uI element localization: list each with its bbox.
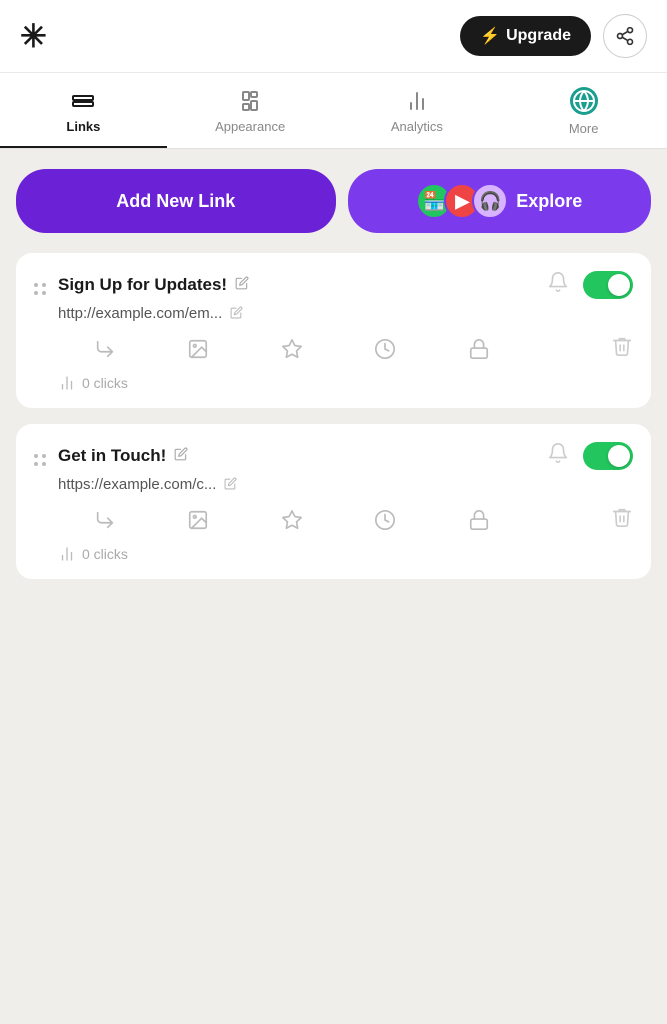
- url-edit-2[interactable]: [224, 477, 237, 493]
- card-title-row-1: Sign Up for Updates!: [58, 275, 249, 295]
- tab-appearance-label: Appearance: [215, 119, 285, 134]
- url-text-2: https://example.com/c...: [58, 476, 216, 493]
- share-icon: [615, 26, 635, 46]
- redirect-icon-1[interactable]: [58, 334, 152, 364]
- url-edit-1[interactable]: [230, 306, 243, 322]
- clicks-count-1: 0 clicks: [82, 375, 128, 391]
- url-row-2: https://example.com/c...: [58, 476, 633, 493]
- drag-dot: [34, 283, 38, 287]
- card-title-1: Sign Up for Updates!: [58, 275, 227, 295]
- bell-icon-1[interactable]: [547, 271, 569, 299]
- tab-links[interactable]: Links: [0, 73, 167, 148]
- card-right-2: [547, 442, 633, 470]
- drag-dot: [34, 462, 38, 466]
- explore-icon-headphones: 🎧: [472, 183, 508, 219]
- links-icon: [71, 89, 95, 113]
- drag-dot: [34, 454, 38, 458]
- header-right: ⚡ Upgrade: [460, 14, 647, 58]
- tab-analytics[interactable]: Analytics: [334, 73, 501, 148]
- header: ✳ ⚡ Upgrade: [0, 0, 667, 73]
- explore-button[interactable]: 🏪 ▶ 🎧 Explore: [348, 169, 652, 233]
- tab-appearance[interactable]: Appearance: [167, 73, 334, 148]
- nav-tabs: Links Appearance Analytics More: [0, 73, 667, 149]
- star-icon-2[interactable]: [245, 505, 339, 535]
- drag-handle-1[interactable]: [34, 271, 58, 295]
- drag-dot: [42, 291, 46, 295]
- action-icons-2: [58, 505, 633, 535]
- appearance-icon: [238, 89, 262, 113]
- clicks-chart-icon-2: [58, 545, 76, 563]
- card-title-edit-1[interactable]: [235, 276, 249, 294]
- logo: ✳: [20, 17, 47, 55]
- tab-links-label: Links: [66, 119, 100, 134]
- drag-dots-1: [34, 281, 46, 295]
- action-icons-1: [58, 334, 633, 364]
- lock-icon-2[interactable]: [432, 505, 526, 535]
- drag-dot: [42, 454, 46, 458]
- clicks-chart-icon-1: [58, 374, 76, 392]
- url-text-1: http://example.com/em...: [58, 305, 222, 322]
- share-button[interactable]: [603, 14, 647, 58]
- toggle-1[interactable]: [583, 271, 633, 299]
- card-body-2: Get in Touch!: [34, 442, 633, 563]
- clicks-row-2: 0 clicks: [58, 545, 633, 563]
- link-card-2: Get in Touch!: [16, 424, 651, 579]
- url-row-1: http://example.com/em...: [58, 305, 633, 322]
- link-card-1: Sign Up for Updates!: [16, 253, 651, 408]
- toggle-2[interactable]: [583, 442, 633, 470]
- card-body-1: Sign Up for Updates!: [34, 271, 633, 392]
- schedule-icon-2[interactable]: [339, 505, 433, 535]
- card-top-1: Sign Up for Updates!: [58, 271, 633, 299]
- star-icon-1[interactable]: [245, 334, 339, 364]
- tab-more[interactable]: More: [500, 73, 667, 148]
- action-row: Add New Link 🏪 ▶ 🎧 Explore: [16, 169, 651, 233]
- schedule-icon-1[interactable]: [339, 334, 433, 364]
- card-title-2: Get in Touch!: [58, 446, 166, 466]
- upgrade-button[interactable]: ⚡ Upgrade: [460, 16, 591, 56]
- clicks-row-1: 0 clicks: [58, 374, 633, 392]
- clicks-count-2: 0 clicks: [82, 546, 128, 562]
- redirect-icon-2[interactable]: [58, 505, 152, 535]
- card-main-2: Get in Touch!: [58, 442, 633, 563]
- card-title-row-2: Get in Touch!: [58, 446, 188, 466]
- bolt-icon: ⚡: [480, 26, 500, 46]
- tab-analytics-label: Analytics: [391, 119, 443, 134]
- tab-more-label: More: [569, 121, 599, 136]
- card-title-edit-2[interactable]: [174, 447, 188, 465]
- drag-dots-2: [34, 452, 46, 466]
- globe-icon: [570, 87, 598, 115]
- drag-dot: [42, 462, 46, 466]
- image-icon-2[interactable]: [152, 505, 246, 535]
- card-main-1: Sign Up for Updates!: [58, 271, 633, 392]
- drag-handle-2[interactable]: [34, 442, 58, 466]
- card-right-1: [547, 271, 633, 299]
- explore-icons: 🏪 ▶ 🎧: [416, 183, 508, 219]
- bell-icon-2[interactable]: [547, 442, 569, 470]
- analytics-icon: [405, 89, 429, 113]
- image-icon-1[interactable]: [152, 334, 246, 364]
- upgrade-label: Upgrade: [506, 27, 571, 45]
- explore-label: Explore: [516, 191, 582, 212]
- drag-dot: [42, 283, 46, 287]
- main-content: Add New Link 🏪 ▶ 🎧 Explore: [0, 149, 667, 615]
- trash-icon-1[interactable]: [611, 335, 633, 363]
- lock-icon-1[interactable]: [432, 334, 526, 364]
- add-new-link-button[interactable]: Add New Link: [16, 169, 336, 233]
- trash-icon-2[interactable]: [611, 506, 633, 534]
- card-top-2: Get in Touch!: [58, 442, 633, 470]
- drag-dot: [34, 291, 38, 295]
